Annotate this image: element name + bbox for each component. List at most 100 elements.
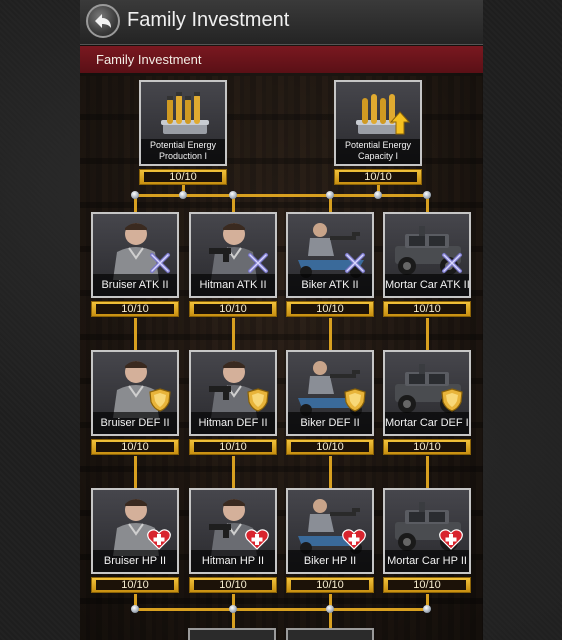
heart-plus-icon (439, 529, 463, 550)
card-label: Mortar Car HP II (385, 550, 469, 572)
progress-text: 10/10 (339, 172, 417, 183)
back-button[interactable] (86, 4, 120, 38)
card-label: Biker HP II (288, 550, 372, 572)
connector (426, 456, 429, 490)
connector (232, 456, 235, 490)
card-frame: Biker ATK II (286, 212, 374, 298)
progress-text: 10/10 (291, 442, 369, 453)
progress-bar: 10/10 (383, 301, 471, 317)
progress-text: 10/10 (291, 304, 369, 315)
progress-bar: 10/10 (286, 577, 374, 593)
card-frame: Mortar Car DEF II (383, 350, 471, 436)
card-label: Potential Energy Production I (141, 139, 225, 164)
progress-bar: 10/10 (189, 301, 277, 317)
card-label: Biker ATK II (288, 274, 372, 296)
crossed-swords-icon (248, 253, 268, 273)
card-label: Hitman HP II (191, 550, 275, 572)
section-bar: Family Investment (80, 46, 483, 73)
card-frame: Bruiser HP II (91, 488, 179, 574)
tech-card-biker-def[interactable]: Biker DEF II 10/10 (286, 350, 374, 455)
progress-text: 10/10 (96, 304, 174, 315)
next-row-card[interactable] (188, 628, 276, 640)
card-frame: Mortar Car HP II (383, 488, 471, 574)
heart-plus-icon (245, 529, 269, 550)
card-label: Hitman ATK II (191, 274, 275, 296)
progress-text: 10/10 (388, 580, 466, 591)
connector (232, 318, 235, 352)
card-frame: Hitman ATK II (189, 212, 277, 298)
connector (329, 318, 332, 352)
crossed-swords-icon (442, 253, 462, 273)
junction-dot (423, 191, 431, 199)
progress-bar: 10/10 (91, 577, 179, 593)
next-row-card[interactable] (286, 628, 374, 640)
junction-dot (229, 605, 237, 613)
tech-card-bruiser-hp[interactable]: Bruiser HP II 10/10 (91, 488, 179, 593)
tech-card-mortar-car-hp[interactable]: Mortar Car HP II 10/10 (383, 488, 471, 593)
progress-bar: 10/10 (383, 439, 471, 455)
card-frame: Potential Energy Capacity I (334, 80, 422, 166)
tech-card-energy-capacity[interactable]: Potential Energy Capacity I 10/10 (334, 80, 422, 185)
junction-dot (131, 605, 139, 613)
card-label-line1: Potential Energy (149, 140, 217, 150)
card-label-line2: Production I (158, 151, 208, 161)
progress-text: 10/10 (388, 304, 466, 315)
tech-card-hitman-def[interactable]: Hitman DEF II 10/10 (189, 350, 277, 455)
card-frame: Potential Energy Production I (139, 80, 227, 166)
connector (134, 608, 429, 611)
card-label: Mortar Car ATK II (385, 274, 469, 296)
progress-text: 10/10 (291, 580, 369, 591)
junction-dot (326, 191, 334, 199)
card-frame: Biker DEF II (286, 350, 374, 436)
card-frame: Hitman DEF II (189, 350, 277, 436)
tech-card-biker-atk[interactable]: Biker ATK II 10/10 (286, 212, 374, 317)
progress-bar: 10/10 (286, 301, 374, 317)
tech-card-biker-hp[interactable]: Biker HP II 10/10 (286, 488, 374, 593)
progress-bar: 10/10 (334, 169, 422, 185)
connector (134, 318, 137, 352)
connector (134, 456, 137, 490)
progress-text: 10/10 (194, 442, 272, 453)
shield-icon (441, 388, 463, 412)
shield-icon (344, 388, 366, 412)
progress-text: 10/10 (388, 442, 466, 453)
tech-card-hitman-atk[interactable]: Hitman ATK II 10/10 (189, 212, 277, 317)
card-frame: Mortar Car ATK II (383, 212, 471, 298)
card-frame: Bruiser DEF II (91, 350, 179, 436)
crossed-swords-icon (345, 253, 365, 273)
progress-text: 10/10 (194, 580, 272, 591)
card-label-line1: Potential Energy (344, 140, 412, 150)
shield-icon (149, 388, 171, 412)
progress-bar: 10/10 (189, 439, 277, 455)
tech-card-bruiser-def[interactable]: Bruiser DEF II 10/10 (91, 350, 179, 455)
junction-dot (374, 191, 382, 199)
progress-bar: 10/10 (286, 439, 374, 455)
tech-card-hitman-hp[interactable]: Hitman HP II 10/10 (189, 488, 277, 593)
progress-text: 10/10 (194, 304, 272, 315)
shield-icon (247, 388, 269, 412)
heart-plus-icon (147, 529, 171, 550)
tech-card-bruiser-atk[interactable]: Bruiser ATK II 10/10 (91, 212, 179, 317)
junction-dot (179, 191, 187, 199)
card-label: Bruiser ATK II (93, 274, 177, 296)
card-label: Bruiser DEF II (93, 412, 177, 434)
junction-dot (131, 191, 139, 199)
tech-card-mortar-car-atk[interactable]: Mortar Car ATK II 10/10 (383, 212, 471, 317)
progress-bar: 10/10 (383, 577, 471, 593)
card-frame: Hitman HP II (189, 488, 277, 574)
tech-card-energy-production[interactable]: Potential Energy Production I 10/10 (139, 80, 227, 185)
junction-dot (423, 605, 431, 613)
connector (329, 456, 332, 490)
progress-bar: 10/10 (189, 577, 277, 593)
card-frame: Biker HP II (286, 488, 374, 574)
progress-text: 10/10 (144, 172, 222, 183)
page-title: Family Investment (127, 9, 290, 31)
progress-bar: 10/10 (91, 439, 179, 455)
test-tubes-icon (161, 92, 209, 134)
back-arrow-icon (95, 14, 111, 28)
section-title: Family Investment (96, 52, 202, 67)
card-label: Hitman DEF II (191, 412, 275, 434)
connector (426, 318, 429, 352)
card-label: Bruiser HP II (93, 550, 177, 572)
tech-card-mortar-car-def[interactable]: Mortar Car DEF II 10/10 (383, 350, 471, 455)
